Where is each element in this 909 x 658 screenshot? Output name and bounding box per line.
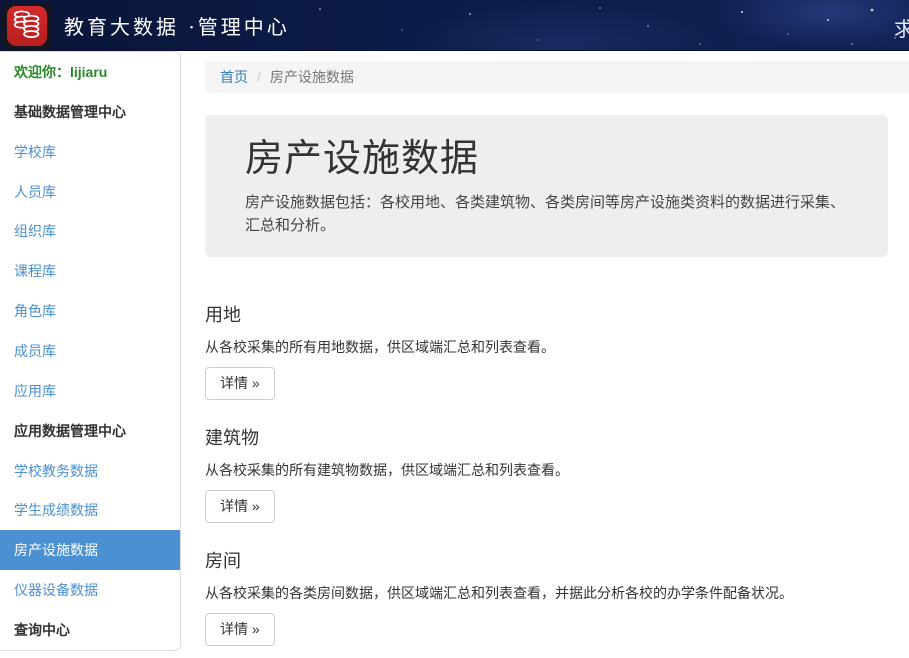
sidebar-header-basic-data-center: 基础数据管理中心 — [0, 92, 180, 132]
breadcrumb: 首页 / 房产设施数据 — [205, 61, 909, 93]
sidebar-item-application-library[interactable]: 应用库 — [0, 371, 180, 411]
sidebar-header-query-center: 查询中心 — [0, 610, 180, 650]
sidebar-item-student-score-data[interactable]: 学生成绩数据 — [0, 490, 180, 530]
sidebar-item-personnel-library[interactable]: 人员库 — [0, 172, 180, 212]
page-description: 房产设施数据包括：各校用地、各类建筑物、各类房间等房产设施类资料的数据进行采集、… — [245, 191, 845, 237]
section-room-title: 房间 — [205, 551, 909, 571]
database-stack-icon — [10, 6, 44, 45]
sidebar-item-course-library[interactable]: 课程库 — [0, 251, 180, 291]
building-detail-button[interactable]: 详情 » — [205, 490, 275, 523]
sidebar-item-instrument-equipment-data[interactable]: 仪器设备数据 — [0, 570, 180, 610]
brand-title[interactable]: 教育大数据 ·管理中心 — [64, 11, 290, 40]
navbar-right-partial-text[interactable]: 求 — [894, 13, 909, 42]
sidebar-item-organization-library[interactable]: 组织库 — [0, 211, 180, 251]
sidebar-header-app-data-center: 应用数据管理中心 — [0, 411, 180, 451]
section-building-title: 建筑物 — [205, 428, 909, 448]
sidebar-item-role-library[interactable]: 角色库 — [0, 291, 180, 331]
sidebar-menu: 欢迎你：lijiaru 基础数据管理中心 学校库 人员库 组织库 课程库 角色库… — [0, 51, 181, 651]
sidebar-welcome-text: 欢迎你：lijiaru — [0, 52, 180, 92]
app-logo[interactable] — [2, 3, 52, 49]
section-room-description: 从各校采集的各类房间数据，供区域端汇总和列表查看，并据此分析各校的办学条件配备状… — [205, 583, 909, 603]
top-navbar: 教育大数据 ·管理中心 求 — [0, 0, 909, 51]
room-detail-button[interactable]: 详情 » — [205, 613, 275, 646]
section-room: 房间 从各校采集的各类房间数据，供区域端汇总和列表查看，并据此分析各校的办学条件… — [205, 551, 909, 646]
sidebar-item-property-facility-data[interactable]: 房产设施数据 — [0, 530, 180, 570]
section-land-description: 从各校采集的所有用地数据，供区域端汇总和列表查看。 — [205, 337, 909, 357]
section-land-title: 用地 — [205, 305, 909, 325]
section-building-description: 从各校采集的所有建筑物数据，供区域端汇总和列表查看。 — [205, 460, 909, 480]
page-hero: 房产设施数据 房产设施数据包括：各校用地、各类建筑物、各类房间等房产设施类资料的… — [205, 115, 888, 257]
land-detail-button[interactable]: 详情 » — [205, 367, 275, 400]
section-building: 建筑物 从各校采集的所有建筑物数据，供区域端汇总和列表查看。 详情 » — [205, 428, 909, 523]
logo-red-tile — [7, 6, 47, 46]
breadcrumb-home-link[interactable]: 首页 — [220, 67, 248, 87]
page-title: 房产设施数据 — [245, 139, 848, 179]
sidebar-item-school-affairs-data[interactable]: 学校教务数据 — [0, 451, 180, 491]
main-content: 首页 / 房产设施数据 房产设施数据 房产设施数据包括：各校用地、各类建筑物、各… — [205, 51, 909, 646]
breadcrumb-separator: / — [257, 69, 261, 85]
sidebar-item-member-library[interactable]: 成员库 — [0, 331, 180, 371]
sidebar-item-school-library[interactable]: 学校库 — [0, 132, 180, 172]
breadcrumb-current: 房产设施数据 — [270, 67, 354, 87]
section-land: 用地 从各校采集的所有用地数据，供区域端汇总和列表查看。 详情 » — [205, 305, 909, 400]
